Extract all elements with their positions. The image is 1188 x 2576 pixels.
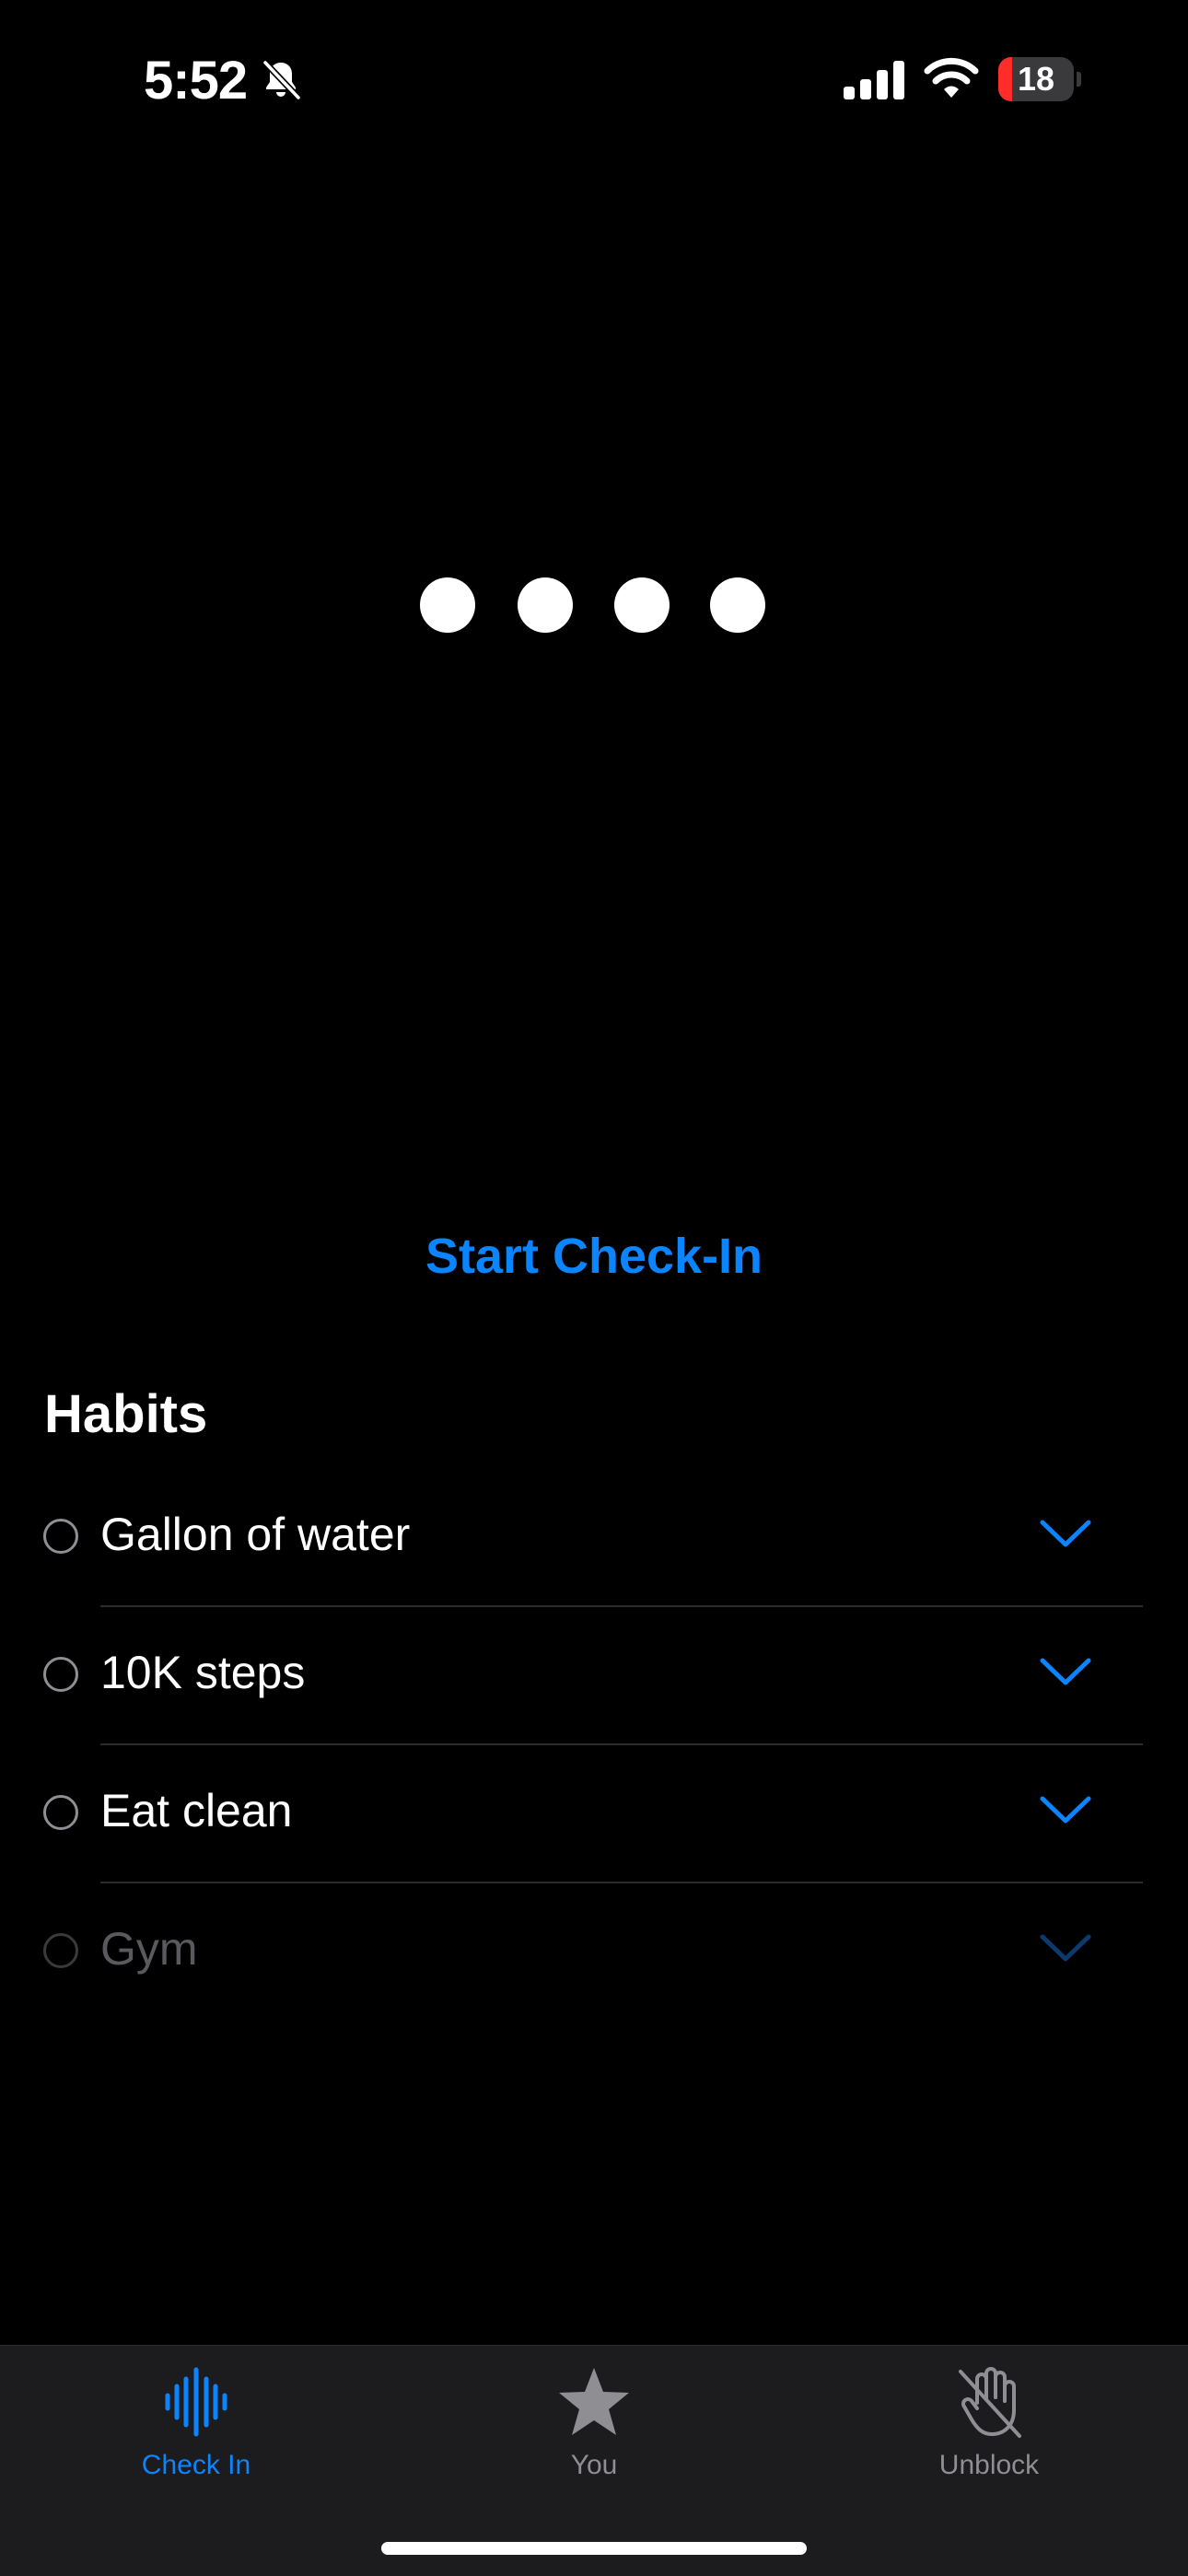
tab-label: Unblock: [938, 2450, 1040, 2480]
chevron-down-icon[interactable]: [1037, 1653, 1094, 1690]
habit-checkbox[interactable]: [43, 1657, 78, 1692]
dot-1: [420, 577, 475, 633]
cellular-signal-icon: [844, 61, 904, 99]
habit-row[interactable]: Gallon of water: [0, 1469, 1188, 1607]
bell-slash-icon: [262, 60, 301, 100]
hand-slash-icon: [959, 2367, 1021, 2438]
battery-icon: 18: [998, 57, 1081, 101]
progress-dots: [420, 577, 770, 633]
tab-check-in[interactable]: Check In: [58, 2362, 334, 2510]
habit-checkbox[interactable]: [43, 1519, 78, 1554]
habit-row[interactable]: Gym: [0, 1883, 1188, 2022]
habit-label: Gallon of water: [100, 1509, 411, 1560]
dot-2: [518, 577, 573, 633]
start-check-in-button[interactable]: Start Check-In: [0, 1219, 1188, 1293]
battery-level-text: 18: [1017, 60, 1055, 98]
chevron-down-icon[interactable]: [1037, 1515, 1094, 1552]
chevron-down-icon[interactable]: [1037, 1929, 1094, 1966]
habit-checkbox[interactable]: [43, 1933, 78, 1968]
status-bar: 5:52 18: [0, 0, 1188, 157]
habit-checkbox[interactable]: [43, 1795, 78, 1830]
star-icon: [559, 2368, 629, 2435]
dot-4: [710, 577, 765, 633]
tab-label: Check In: [141, 2450, 251, 2480]
status-time: 5:52: [144, 51, 248, 111]
habits-title: Habits: [44, 1384, 208, 1444]
dot-3: [614, 577, 670, 633]
tab-you[interactable]: You: [456, 2362, 732, 2510]
tab-unblock[interactable]: Unblock: [851, 2362, 1127, 2510]
chevron-down-icon[interactable]: [1037, 1791, 1094, 1828]
waveform-icon: [165, 2367, 227, 2437]
habit-label: Gym: [100, 1923, 198, 1975]
habit-label: Eat clean: [100, 1785, 293, 1836]
tab-label: You: [570, 2450, 618, 2480]
habit-row[interactable]: Eat clean: [0, 1745, 1188, 1883]
home-indicator[interactable]: [381, 2542, 807, 2555]
habit-label: 10K steps: [100, 1647, 306, 1698]
habit-row[interactable]: 10K steps: [0, 1607, 1188, 1745]
wifi-icon: [924, 57, 979, 98]
